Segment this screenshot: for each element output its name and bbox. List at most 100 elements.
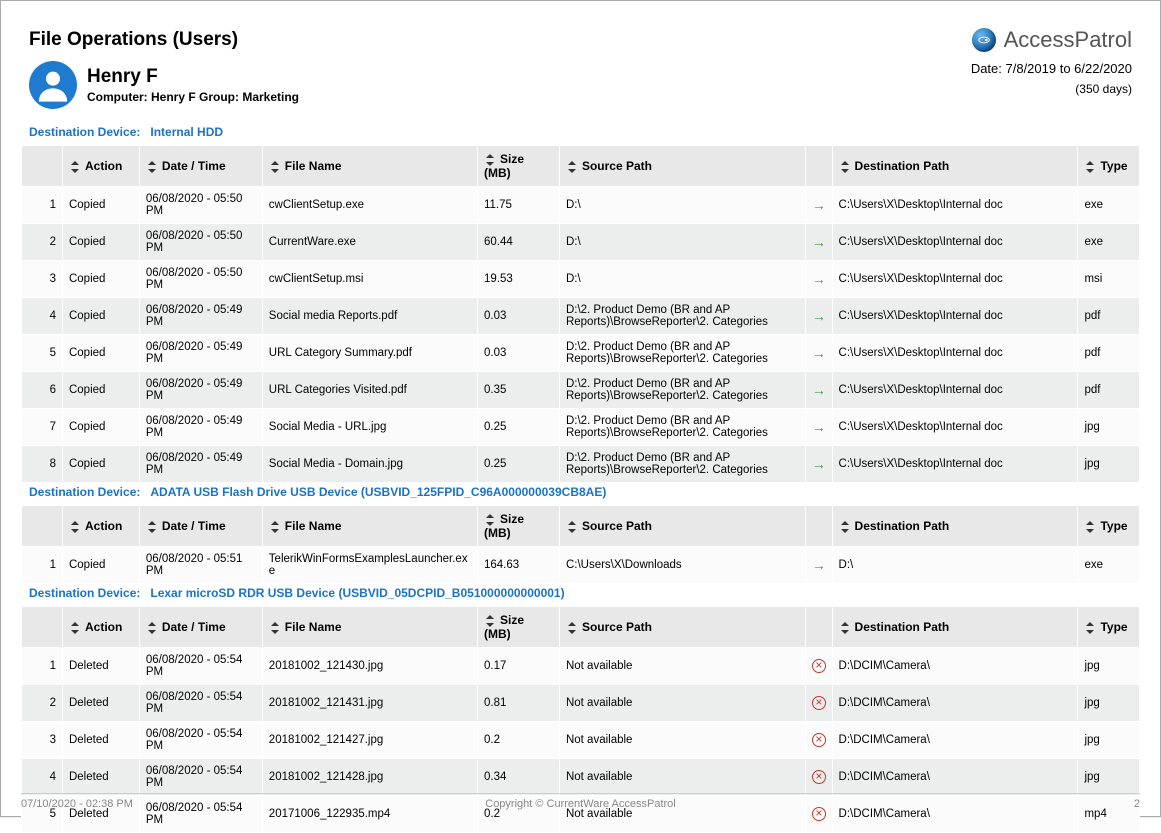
cell-dest: D:\ (832, 547, 1078, 584)
col-filename[interactable]: File Name (262, 146, 477, 187)
footer: 07/10/2020 - 02:38 PM Copyright © Curren… (21, 793, 1140, 810)
col-index[interactable] (22, 607, 63, 648)
cell-source: Not available (559, 648, 805, 685)
table-row: 2Copied06/08/2020 - 05:50 PMCurrentWare.… (22, 224, 1140, 261)
col-type[interactable]: Type (1078, 506, 1140, 547)
cell-index: 2 (22, 224, 63, 261)
file-ops-table: ActionDate / TimeFile NameSize (MB)Sourc… (21, 145, 1140, 483)
cell-action: Copied (62, 335, 139, 372)
cell-type: jpg (1078, 409, 1140, 446)
cell-action: Copied (62, 446, 139, 483)
col-size[interactable]: Size (MB) (477, 146, 559, 187)
cell-size: 0.03 (477, 335, 559, 372)
col-dest[interactable]: Destination Path (832, 506, 1078, 547)
cell-datetime: 06/08/2020 - 05:50 PM (139, 187, 262, 224)
cell-status: × (805, 722, 832, 759)
col-source[interactable]: Source Path (559, 146, 805, 187)
sort-icon (146, 622, 158, 634)
cell-dest: D:\DCIM\Camera\ (832, 648, 1078, 685)
date-range: Date: 7/8/2019 to 6/22/2020 (350 days) (971, 61, 1132, 109)
cell-datetime: 06/08/2020 - 05:49 PM (139, 446, 262, 483)
dest-label: Destination Device: (29, 586, 140, 600)
cell-source: Not available (559, 722, 805, 759)
table-row: 6Copied06/08/2020 - 05:49 PMURL Categori… (22, 372, 1140, 409)
dest-device: Lexar microSD RDR USB Device (USBVID_05D… (150, 586, 564, 600)
arrow-right-icon: → (812, 382, 826, 398)
col-status[interactable] (805, 146, 832, 187)
cell-type: msi (1078, 261, 1140, 298)
cell-type: jpg (1078, 759, 1140, 796)
cell-status: → (805, 409, 832, 446)
col-filename[interactable]: File Name (262, 607, 477, 648)
col-size[interactable]: Size (MB) (477, 607, 559, 648)
col-source[interactable]: Source Path (559, 506, 805, 547)
cell-filename: 20181002_121430.jpg (262, 648, 477, 685)
destination-device-label: Destination Device:ADATA USB Flash Drive… (21, 483, 1140, 505)
col-type[interactable]: Type (1078, 146, 1140, 187)
col-filename[interactable]: File Name (262, 506, 477, 547)
date-range-text: Date: 7/8/2019 to 6/22/2020 (971, 61, 1132, 76)
cell-action: Copied (62, 261, 139, 298)
cell-action: Copied (62, 298, 139, 335)
col-size[interactable]: Size (MB) (477, 506, 559, 547)
col-datetime[interactable]: Date / Time (139, 506, 262, 547)
cell-size: 0.34 (477, 759, 559, 796)
col-status[interactable] (805, 607, 832, 648)
col-action[interactable]: Action (62, 506, 139, 547)
arrow-right-icon: → (812, 557, 826, 573)
arrow-right-icon: → (812, 234, 826, 250)
col-datetime[interactable]: Date / Time (139, 607, 262, 648)
table-row: 3Deleted06/08/2020 - 05:54 PM20181002_12… (22, 722, 1140, 759)
sort-icon (566, 521, 578, 533)
col-index[interactable] (22, 146, 63, 187)
cell-status: → (805, 298, 832, 335)
col-action[interactable]: Action (62, 607, 139, 648)
page-title: File Operations (Users) (29, 29, 238, 51)
delete-icon: × (812, 733, 826, 747)
col-action[interactable]: Action (62, 146, 139, 187)
cell-index: 5 (22, 335, 63, 372)
cell-source: Not available (559, 759, 805, 796)
cell-dest: C:\Users\X\Desktop\Internal doc (832, 409, 1078, 446)
col-index[interactable] (22, 506, 63, 547)
cell-size: 0.25 (477, 409, 559, 446)
col-source[interactable]: Source Path (559, 607, 805, 648)
dest-label: Destination Device: (29, 125, 140, 139)
arrow-right-icon: → (812, 345, 826, 361)
cell-dest: C:\Users\X\Desktop\Internal doc (832, 224, 1078, 261)
col-datetime[interactable]: Date / Time (139, 146, 262, 187)
sort-icon (484, 615, 496, 627)
cell-action: Copied (62, 224, 139, 261)
cell-filename: TelerikWinFormsExamplesLauncher.exe (262, 547, 477, 584)
cell-action: Copied (62, 372, 139, 409)
cell-filename: CurrentWare.exe (262, 224, 477, 261)
cell-dest: C:\Users\X\Desktop\Internal doc (832, 335, 1078, 372)
col-type[interactable]: Type (1078, 607, 1140, 648)
cell-datetime: 06/08/2020 - 05:54 PM (139, 722, 262, 759)
cell-dest: C:\Users\X\Desktop\Internal doc (832, 372, 1078, 409)
col-status[interactable] (805, 506, 832, 547)
user-name: Henry F (87, 66, 299, 88)
col-dest[interactable]: Destination Path (832, 607, 1078, 648)
table-row: 4Deleted06/08/2020 - 05:54 PM20181002_12… (22, 759, 1140, 796)
sort-icon (484, 514, 496, 526)
cell-size: 164.63 (477, 547, 559, 584)
sort-icon (146, 521, 158, 533)
cell-datetime: 06/08/2020 - 05:49 PM (139, 409, 262, 446)
cell-index: 1 (22, 547, 63, 584)
cell-filename: 20181002_121427.jpg (262, 722, 477, 759)
cell-dest: D:\DCIM\Camera\ (832, 722, 1078, 759)
sort-icon (566, 622, 578, 634)
col-dest[interactable]: Destination Path (832, 146, 1078, 187)
destination-device-label: Destination Device: Lexar microSD RDR USB… (21, 584, 1140, 606)
table-row: 1Deleted06/08/2020 - 05:54 PM20181002_12… (22, 648, 1140, 685)
cell-size: 19.53 (477, 261, 559, 298)
dest-label: Destination Device: (29, 485, 140, 499)
cell-dest: D:\DCIM\Camera\ (832, 685, 1078, 722)
arrow-right-icon: → (812, 456, 826, 472)
sort-icon (269, 521, 281, 533)
brand-text: AccessPatrol (1004, 27, 1132, 53)
sort-icon (69, 521, 81, 533)
cell-index: 1 (22, 648, 63, 685)
sort-icon (839, 622, 851, 634)
